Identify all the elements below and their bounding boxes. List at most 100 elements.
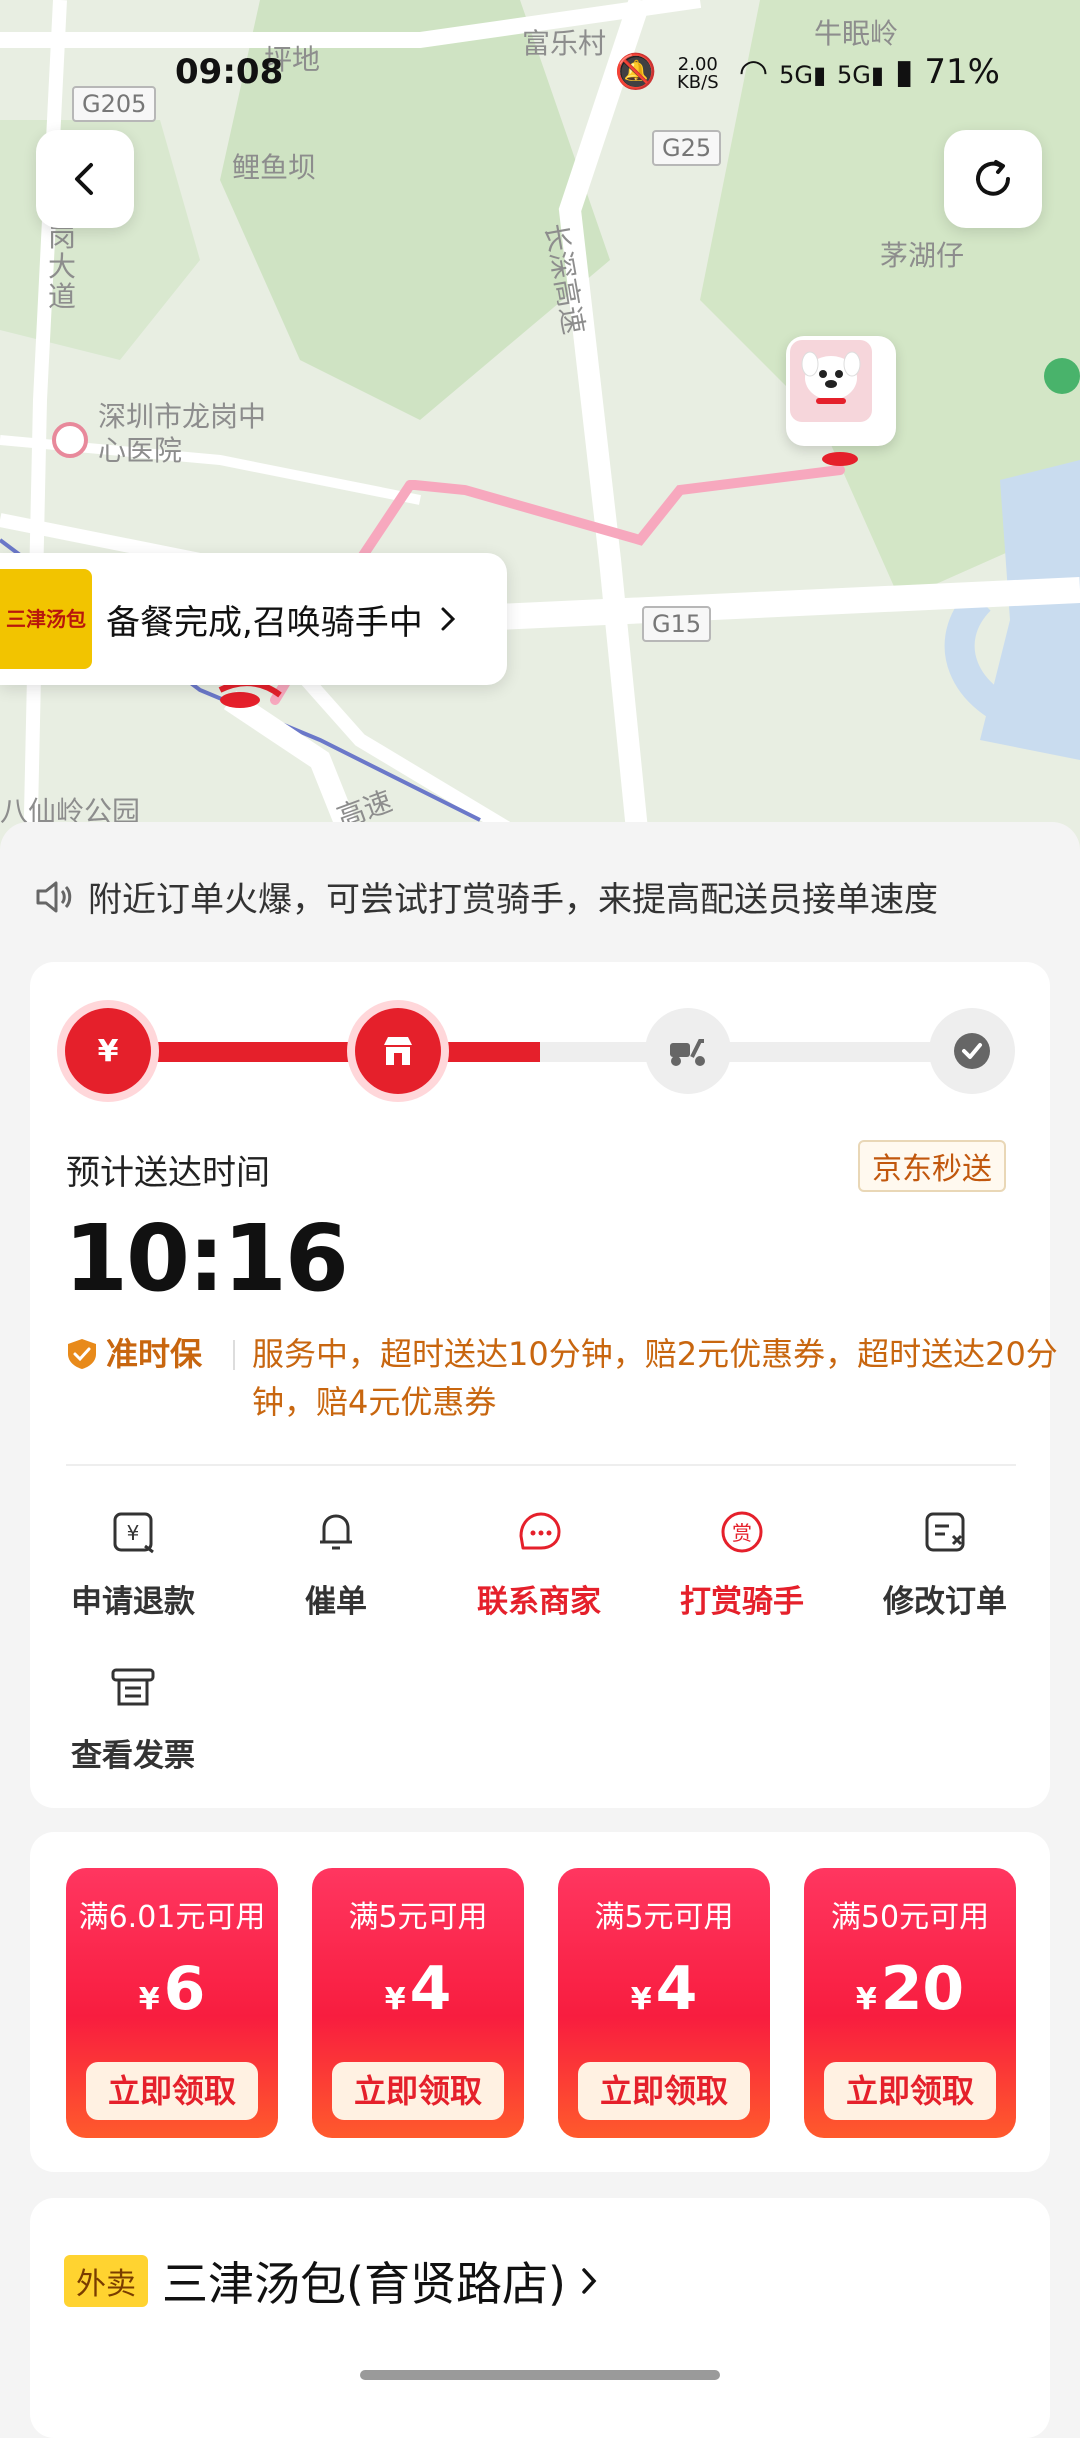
- claim-coupon-button[interactable]: 立即领取: [332, 2062, 504, 2120]
- bell-icon: [306, 1502, 366, 1562]
- reward-rider-button[interactable]: 赏 打赏骑手: [642, 1502, 842, 1621]
- order-status-text: 备餐完成,召唤骑手中: [106, 602, 423, 643]
- view-invoice-label: 查看发票: [71, 1738, 195, 1774]
- signal-icon-2: 5G▮: [837, 61, 885, 89]
- park-icon: [1044, 358, 1080, 394]
- service-tag: 京东秒送: [858, 1140, 1006, 1192]
- step-delivery: [645, 1008, 731, 1094]
- currency-symbol: ¥: [855, 1982, 877, 2017]
- currency-symbol: ¥: [138, 1982, 160, 2017]
- svg-text:¥: ¥: [127, 1521, 140, 1545]
- coupon[interactable]: 满5元可用 ¥4 立即领取: [312, 1868, 524, 2138]
- claim-coupon-button[interactable]: 立即领取: [578, 2062, 750, 2120]
- shop-logo: 三津汤包: [0, 569, 92, 669]
- coupon-value: 20: [880, 1954, 965, 2024]
- signal-icon: 5G▮: [779, 61, 827, 89]
- hospital-icon: [52, 422, 88, 458]
- claim-coupon-button[interactable]: 立即领取: [86, 2062, 258, 2120]
- map-label: 牛眠岭: [814, 17, 899, 50]
- home-indicator[interactable]: [360, 2370, 720, 2380]
- takeout-tag: 外卖: [64, 2255, 148, 2307]
- coupon-amount: ¥4: [558, 1954, 770, 2024]
- guarantee-separator: [233, 1340, 235, 1370]
- rider-location-dot: [822, 452, 858, 466]
- coupon[interactable]: 满5元可用 ¥4 立即领取: [558, 1868, 770, 2138]
- net-speed: 2.00 KB/S: [676, 53, 719, 93]
- status-icons: 🔕 2.00 KB/S ◠ 5G▮ 5G▮ ▮ 71%: [615, 52, 1000, 92]
- map-label: 茅湖仔: [880, 239, 965, 272]
- chevron-right-icon: [582, 2268, 597, 2294]
- refund-button[interactable]: ¥ 申请退款: [33, 1502, 233, 1621]
- urge-order-label: 催单: [305, 1584, 367, 1620]
- battery-icon: ▮: [894, 52, 914, 92]
- contact-merchant-label: 联系商家: [477, 1584, 601, 1620]
- notice-bar[interactable]: 附近订单火爆，可尝试打赏骑手，来提高配送员接单速度: [34, 872, 938, 921]
- coupon[interactable]: 满50元可用 ¥20 立即领取: [804, 1868, 1016, 2138]
- rider-avatar-marker[interactable]: [786, 336, 896, 446]
- speaker-icon: [36, 881, 72, 912]
- chevron-right-icon: [441, 607, 455, 631]
- delivery-map[interactable]: 坪地 富乐村 牛眠岭 鲤鱼坝 长深高速 茅湖仔 深圳市龙岗中心医院 八仙岭公园 …: [0, 0, 1080, 860]
- currency-symbol: ¥: [384, 1982, 406, 2017]
- map-label: 岗大道: [48, 220, 77, 313]
- contact-merchant-button[interactable]: 联系商家: [439, 1502, 639, 1621]
- refund-label: 申请退款: [71, 1584, 195, 1620]
- coupon[interactable]: 满6.01元可用 ¥6 立即领取: [66, 1868, 278, 2138]
- eta-time: 10:16: [64, 1205, 349, 1312]
- check-shield-icon: [954, 1033, 990, 1069]
- edit-order-icon: [915, 1502, 975, 1562]
- mute-icon: 🔕: [614, 52, 657, 92]
- coupon-value: 4: [655, 1954, 698, 2024]
- reward-rider-label: 打赏骑手: [680, 1584, 804, 1620]
- svg-text:赏: 赏: [732, 1521, 752, 1545]
- card-divider: [66, 1464, 1016, 1466]
- notice-text: 附近订单火爆，可尝试打赏骑手，来提高配送员接单速度: [88, 880, 938, 920]
- guarantee-description: 服务中，超时送达10分钟，赔2元优惠券，超时送达20分钟，赔4元优惠券: [252, 1335, 1058, 1421]
- back-arrow-icon: [75, 163, 93, 195]
- order-status-pill[interactable]: 三津汤包 备餐完成,召唤骑手中: [0, 553, 507, 685]
- coupon-amount: ¥6: [66, 1954, 278, 2024]
- map-label: 鲤鱼坝: [232, 151, 317, 184]
- jd-dog-icon: [790, 340, 872, 422]
- status-time: 09:08: [175, 52, 284, 92]
- claim-coupon-button[interactable]: 立即领取: [824, 2062, 996, 2120]
- step-paid: ¥: [65, 1008, 151, 1094]
- coupon-amount: ¥4: [312, 1954, 524, 2024]
- chat-shop-icon: [509, 1502, 569, 1562]
- map-label: 深圳市龙岗中心医院: [98, 400, 267, 467]
- refresh-icon: [976, 160, 1010, 196]
- step-merchant: [355, 1008, 441, 1094]
- road-shield: G15: [642, 606, 712, 642]
- coupon-condition: 满5元可用: [348, 1900, 488, 1935]
- guarantee-badge-label: 准时保: [106, 1335, 203, 1373]
- invoice-icon: [103, 1656, 163, 1716]
- battery-level: 71%: [924, 52, 1000, 92]
- store-icon: [384, 1037, 412, 1065]
- yuan-icon: ¥: [97, 1033, 119, 1069]
- eta-label: 预计送达时间: [66, 1153, 270, 1193]
- refund-icon: ¥: [103, 1502, 163, 1562]
- scooter-icon: [670, 1039, 705, 1066]
- shield-check-icon: [68, 1339, 96, 1369]
- refresh-button[interactable]: [944, 130, 1042, 228]
- view-invoice-button[interactable]: 查看发票: [33, 1656, 233, 1775]
- wifi-icon: ◠: [738, 52, 769, 92]
- step-done: [929, 1008, 1015, 1094]
- progress-tracker: ¥: [65, 1008, 1015, 1094]
- shop-header[interactable]: 外卖 三津汤包(育贤路店): [64, 2248, 604, 2314]
- currency-symbol: ¥: [630, 1982, 652, 2017]
- road-shield: G25: [652, 130, 722, 166]
- coupon-value: 4: [409, 1954, 452, 2024]
- coupon-condition: 满6.01元可用: [78, 1900, 266, 1935]
- back-button[interactable]: [36, 130, 134, 228]
- status-bar: 09:08 🔕 2.00 KB/S ◠ 5G▮ 5G▮ ▮ 71%: [0, 50, 1080, 100]
- modify-order-label: 修改订单: [883, 1584, 1007, 1620]
- coupon-condition: 满5元可用: [594, 1900, 734, 1935]
- reward-icon: 赏: [712, 1502, 772, 1562]
- coupon-value: 6: [163, 1954, 206, 2024]
- modify-order-button[interactable]: 修改订单: [845, 1502, 1045, 1621]
- urge-order-button[interactable]: 催单: [236, 1502, 436, 1621]
- coupon-amount: ¥20: [804, 1954, 1016, 2024]
- guarantee-badge: 准时保: [66, 1330, 202, 1378]
- progress-fill: [108, 1042, 540, 1062]
